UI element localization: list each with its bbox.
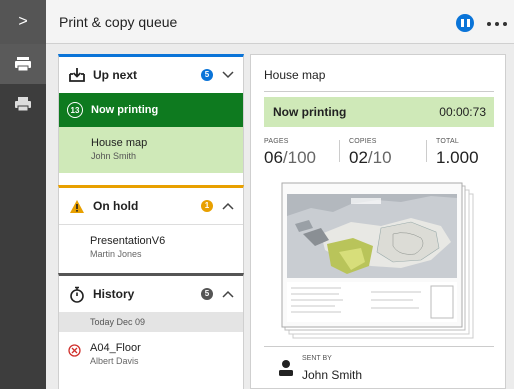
rail-item-queue[interactable] [0,44,46,84]
divider [264,91,494,92]
warning-icon [67,196,87,216]
copies-current: 02 [349,148,368,167]
status-label: Now printing [273,105,347,119]
now-printing-header[interactable]: 13 Now printing [59,93,243,127]
total-stat: TOTAL 1.000 [436,138,479,168]
tray-download-icon [67,65,87,85]
stopwatch-icon [67,284,87,304]
elapsed-time: 00:00:73 [439,105,486,119]
total-label: TOTAL [436,138,459,145]
history-header[interactable]: History 5 [59,276,243,312]
on-hold-section: On hold 1 PresentationV6 Martin Jones [58,185,244,275]
divider [339,140,340,162]
job-title: House map [264,68,326,82]
on-hold-count-badge: 1 [201,200,213,212]
job-owner: Martin Jones [90,249,142,259]
error-icon [68,344,81,357]
more-horizontal-icon [487,22,507,26]
now-printing-job[interactable]: House map John Smith [59,127,243,173]
printer-icon [15,97,31,112]
pages-total: /100 [282,148,317,167]
more-options-button[interactable] [486,14,510,32]
left-rail: > [0,0,46,389]
sent-by-label: SENT BY [302,355,332,362]
up-next-count-badge: 5 [201,69,213,81]
pause-icon [460,19,464,27]
total-value: 1.000 [436,148,479,167]
printer-queue-icon [15,57,31,72]
up-next-title: Up next [93,68,138,82]
chevron-right-icon: > [18,13,28,30]
copies-total: /10 [367,148,392,167]
job-name: House map [91,137,148,149]
pages-current: 06 [264,148,283,167]
copies-stat: COPIES 02/10 [349,138,392,168]
chevron-down-icon[interactable] [221,68,235,82]
on-hold-title: On hold [93,199,139,213]
user-icon [279,360,293,376]
history-title: History [93,287,135,301]
divider [426,140,427,162]
sent-by: SENT BY John Smith [264,346,494,382]
job-detail-panel: House map Now printing 00:00:73 PAGES 06… [250,54,506,389]
history-date-group: Today Dec 09 [59,312,243,332]
sent-by-name: John Smith [302,368,363,382]
list-item[interactable]: A04_Floor Albert Davis [59,332,243,380]
expand-rail-button[interactable]: > [0,0,46,44]
on-hold-header[interactable]: On hold 1 [59,188,243,224]
list-item[interactable]: PresentationV6 Martin Jones [59,224,243,272]
pages-stat: PAGES 06/100 [264,138,316,168]
job-owner: Albert Davis [90,356,139,366]
up-next-header[interactable]: Up next 5 [59,57,243,93]
history-count-badge: 5 [201,288,213,300]
page-title: Print & copy queue [59,14,178,30]
pages-label: PAGES [264,138,289,145]
status-banner: Now printing 00:00:73 [264,97,494,127]
history-section: History 5 Today Dec 09 A04_Floor Albert … [58,273,244,389]
top-bar: Print & copy queue [46,0,514,44]
chevron-up-icon[interactable] [221,199,235,213]
job-name: A04_Floor [90,342,141,354]
rail-item-printer[interactable] [0,84,46,124]
chevron-up-icon[interactable] [221,287,235,301]
queue-position-icon: 13 [67,102,83,118]
job-owner: John Smith [91,151,137,161]
pause-queue-button[interactable] [456,14,474,32]
copies-label: COPIES [349,138,377,145]
now-printing-title: Now printing [91,104,159,116]
job-preview-thumbnail[interactable] [281,182,477,342]
job-name: PresentationV6 [90,235,166,247]
